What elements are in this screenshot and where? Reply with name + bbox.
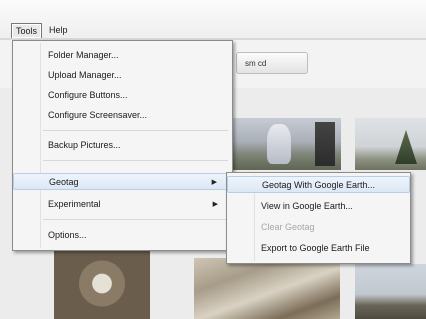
menu-item-export-to-google-earth-file[interactable]: Export to Google Earth File [227, 240, 410, 257]
photo-thumbnail[interactable] [194, 258, 340, 319]
photo-thumbnail[interactable] [355, 264, 426, 319]
menu-item-geotag[interactable]: Geotag ▶ [13, 173, 232, 190]
menu-separator [43, 160, 228, 161]
tools-menu: Folder Manager... Upload Manager... Conf… [12, 40, 233, 251]
menu-item-options[interactable]: Options... [13, 227, 232, 244]
photo-thumbnail[interactable] [355, 118, 426, 170]
menu-item-clear-geotag: Clear Geotag [261, 222, 315, 232]
menu-tools[interactable]: Tools [11, 23, 43, 39]
menu-bar: Tools Help [0, 0, 426, 40]
menu-item-configure-buttons[interactable]: Configure Buttons... [13, 87, 232, 104]
menu-item-backup-pictures[interactable]: Backup Pictures... [13, 137, 232, 154]
geotag-submenu: Geotag With Google Earth... View in Goog… [226, 172, 411, 264]
photo-thumbnail[interactable] [229, 118, 341, 170]
menu-item-folder-manager[interactable]: Folder Manager... [13, 47, 232, 64]
menu-separator [43, 130, 228, 131]
menu-separator [43, 219, 228, 220]
submenu-arrow-icon: ▶ [212, 201, 218, 208]
menu-item-upload-manager[interactable]: Upload Manager... [13, 67, 232, 84]
menu-item-label: Geotag [49, 177, 79, 187]
menu-item-geotag-with-google-earth[interactable]: Geotag With Google Earth... [227, 176, 410, 193]
menu-item-configure-screensaver[interactable]: Configure Screensaver... [13, 107, 232, 124]
menu-item-label: Experimental [48, 199, 101, 209]
menu-item-view-in-google-earth[interactable]: View in Google Earth... [227, 198, 410, 215]
menu-help[interactable]: Help [45, 23, 72, 37]
photo-thumbnail[interactable] [54, 248, 150, 319]
toolbar-button[interactable]: sm cd [236, 52, 308, 74]
submenu-arrow-icon: ▶ [211, 179, 217, 186]
menu-item-experimental[interactable]: Experimental ▶ [13, 196, 232, 213]
